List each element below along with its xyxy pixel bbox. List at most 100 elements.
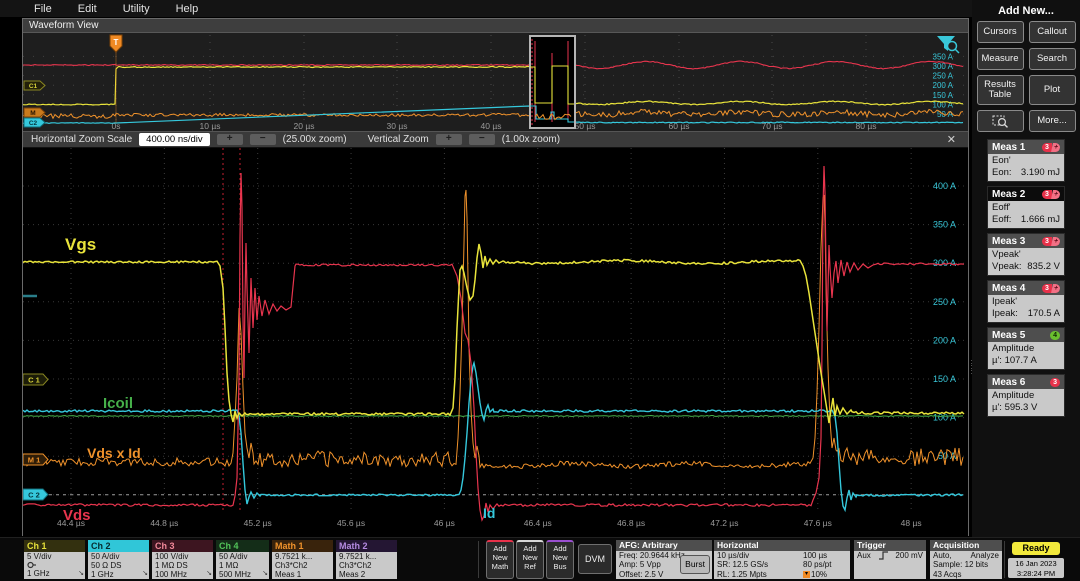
trigger-panel[interactable]: Trigger Aux 200 mV <box>854 540 926 579</box>
add-new-math-button[interactable]: AddNewMath <box>486 540 514 579</box>
source-badge: 3+ <box>1042 143 1060 152</box>
horizontal-panel[interactable]: Horizontal 10 µs/div100 µsSR: 12.5 GS/s8… <box>714 540 850 579</box>
measurement-card-2[interactable]: Meas 2 3+ Eoff' Eoff: 1.666 mJ <box>987 186 1065 229</box>
measurement-header[interactable]: Meas 4 3+ <box>987 280 1065 295</box>
channel-setting-row: 50 A/div <box>219 552 266 561</box>
overview-strip[interactable]: 0s10 µs20 µs30 µs40 µs50 µs60 µs70 µs80 … <box>23 33 968 131</box>
measurement-header[interactable]: Meas 6 3 <box>987 374 1065 389</box>
zoom-overview-icon[interactable] <box>937 36 959 53</box>
measurement-name: Meas 1 <box>992 142 1025 153</box>
measurement-card-6[interactable]: Meas 6 3 Amplitude µ': 595.3 V <box>987 374 1065 417</box>
overview-x-tick: 10 µs <box>200 121 221 131</box>
measurement-header[interactable]: Meas 1 3+ <box>987 139 1065 154</box>
channel-badge-math-2[interactable]: Math 2 9.7521 k...Ch3*Ch2Meas 2 <box>336 540 397 579</box>
zoom-close-icon[interactable]: ✕ <box>947 133 960 146</box>
trace-icoil <box>23 416 963 417</box>
main-x-tick: 44.8 µs <box>150 518 178 528</box>
channel-setting-row: 100 MHz <box>155 570 210 579</box>
add-new-results-table-button[interactable]: ResultsTable <box>977 75 1024 105</box>
trigger-header: Trigger <box>854 540 926 551</box>
measurement-line1: Eon' <box>992 155 1060 167</box>
overview-y-tick: 200 A <box>933 81 954 90</box>
zoom-scale-input[interactable]: 400.00 ns/div <box>139 133 210 146</box>
channel-header[interactable]: Ch 4 <box>216 540 269 552</box>
main-plot-svg[interactable]: 400 A350 A300 A250 A200 A150 A100 A50 A4… <box>23 148 968 536</box>
probe-icon <box>27 561 82 569</box>
add-new-callout-button[interactable]: Callout <box>1029 21 1076 43</box>
measurement-value: 1.666 mJ <box>1021 214 1060 226</box>
trigger-level: 200 mV <box>895 551 923 560</box>
acquisition-panel[interactable]: Acquisition Auto,AnalyzeSample: 12 bits4… <box>930 540 1002 579</box>
overview-plot[interactable]: 0s10 µs20 µs30 µs40 µs50 µs60 µs70 µs80 … <box>23 33 968 131</box>
channel-setting-row: 50 A/div <box>91 552 146 561</box>
add-new-search-button[interactable]: Search <box>1029 48 1076 70</box>
rising-edge-icon <box>879 551 888 560</box>
source-badge: 3+ <box>1042 190 1060 199</box>
channel-header[interactable]: Ch 3 <box>152 540 213 552</box>
channel-badge-ch-3[interactable]: Ch 3 100 V/div1 MΩ DS100 MHz↘ <box>152 540 213 579</box>
channel-badge-ch-4[interactable]: Ch 4 50 A/div1 MΩ500 MHz↘ <box>216 540 269 579</box>
measurement-header[interactable]: Meas 5 4 <box>987 327 1065 342</box>
vzoom-minus-button[interactable]: − <box>469 134 495 145</box>
main-x-tick: 46.4 µs <box>524 518 552 528</box>
more-button[interactable]: More... <box>1029 110 1076 132</box>
zoom-select-button[interactable] <box>977 110 1024 132</box>
channel-body: 50 A/div1 MΩ500 MHz↘ <box>216 552 269 579</box>
add-new-title: Add New... <box>972 0 1080 21</box>
channel-marker-c1[interactable]: C1 <box>24 81 45 90</box>
channel-header[interactable]: Ch 1 <box>24 540 85 552</box>
menu-item-help[interactable]: Help <box>176 3 199 15</box>
marquee-zoom-icon <box>991 114 1009 128</box>
menu-item-file[interactable]: File <box>34 3 52 15</box>
channel-badge-ch-1[interactable]: Ch 1 5 V/div1 GHz↘ <box>24 540 85 579</box>
add-new-cursors-button[interactable]: Cursors <box>977 21 1024 43</box>
channel-marker-c2[interactable]: C2 <box>24 118 45 127</box>
hzoom-minus-button[interactable]: − <box>250 134 276 145</box>
channel-marker-m1[interactable]: M 1 <box>23 454 48 465</box>
trigger-body: Aux 200 mV <box>854 551 926 579</box>
measurement-label: µ': 595.3 V <box>992 402 1037 414</box>
bandwidth-icon: ↘ <box>78 569 84 578</box>
waveform-view-title: Waveform View <box>23 19 968 33</box>
menu-item-edit[interactable]: Edit <box>78 3 97 15</box>
main-x-tick: 47.2 µs <box>710 518 738 528</box>
source-badge: 3+ <box>1042 237 1060 246</box>
channel-badge-math-1[interactable]: Math 1 9.7521 k...Ch3*Ch2Meas 1 <box>272 540 333 579</box>
divider <box>1004 541 1005 578</box>
measurement-card-3[interactable]: Meas 3 3+ Vpeak' Vpeak: 835.2 V <box>987 233 1065 276</box>
channel-body: 9.7521 k...Ch3*Ch2Meas 2 <box>336 552 397 579</box>
burst-button[interactable]: Burst <box>680 555 710 574</box>
menu-item-utility[interactable]: Utility <box>123 3 150 15</box>
channel-marker-m[interactable]: M <box>24 108 45 117</box>
ready-status-badge: Ready <box>1012 542 1060 555</box>
channel-badge-ch-2[interactable]: Ch 2 50 A/div50 Ω DS1 GHz↘ <box>88 540 149 579</box>
channel-header[interactable]: Ch 2 <box>88 540 149 552</box>
channel-marker-c2[interactable]: C 2 <box>23 489 48 500</box>
channel-body: 100 V/div1 MΩ DS100 MHz↘ <box>152 552 213 579</box>
overview-y-tick: 250 A <box>933 72 954 81</box>
afg-panel[interactable]: AFG: Arbitrary Freq: 20.9644 kHzAmp: 5 V… <box>616 540 712 579</box>
add-new-bus-button[interactable]: AddNewBus <box>546 540 574 579</box>
measurement-card-4[interactable]: Meas 4 3+ Ipeak' Ipeak: 170.5 A <box>987 280 1065 323</box>
add-new-ref-button[interactable]: AddNewRef <box>516 540 544 579</box>
vzoom-plus-button[interactable]: + <box>436 134 462 145</box>
add-new-measure-button[interactable]: Measure <box>977 48 1024 70</box>
dvm-button[interactable]: DVM <box>578 544 612 574</box>
add-new-plot-button[interactable]: Plot <box>1029 75 1076 105</box>
hzoom-plus-button[interactable]: + <box>217 134 243 145</box>
measurement-header[interactable]: Meas 2 3+ <box>987 186 1065 201</box>
measurement-value: 835.2 V <box>1027 261 1060 273</box>
channel-header[interactable]: Math 1 <box>272 540 333 552</box>
measurement-label: µ': 107.7 A <box>992 355 1037 367</box>
trigger-marker[interactable]: T <box>110 35 122 123</box>
measurement-card-1[interactable]: Meas 1 3+ Eon' Eon: 3.190 mJ <box>987 139 1065 182</box>
measurement-header[interactable]: Meas 3 3+ <box>987 233 1065 248</box>
channel-marker-c1[interactable]: C 1 <box>23 374 48 385</box>
channel-setting-row: Ch3*Ch2 <box>275 561 330 570</box>
channel-setting-row: 1 MΩ <box>219 561 266 570</box>
measurement-card-5[interactable]: Meas 5 4 Amplitude µ': 107.7 A <box>987 327 1065 370</box>
overview-zoom-box[interactable] <box>530 36 575 128</box>
main-plot[interactable]: 400 A350 A300 A250 A200 A150 A100 A50 A4… <box>23 148 968 536</box>
channel-header[interactable]: Math 2 <box>336 540 397 552</box>
measurement-value: 170.5 A <box>1028 308 1060 320</box>
